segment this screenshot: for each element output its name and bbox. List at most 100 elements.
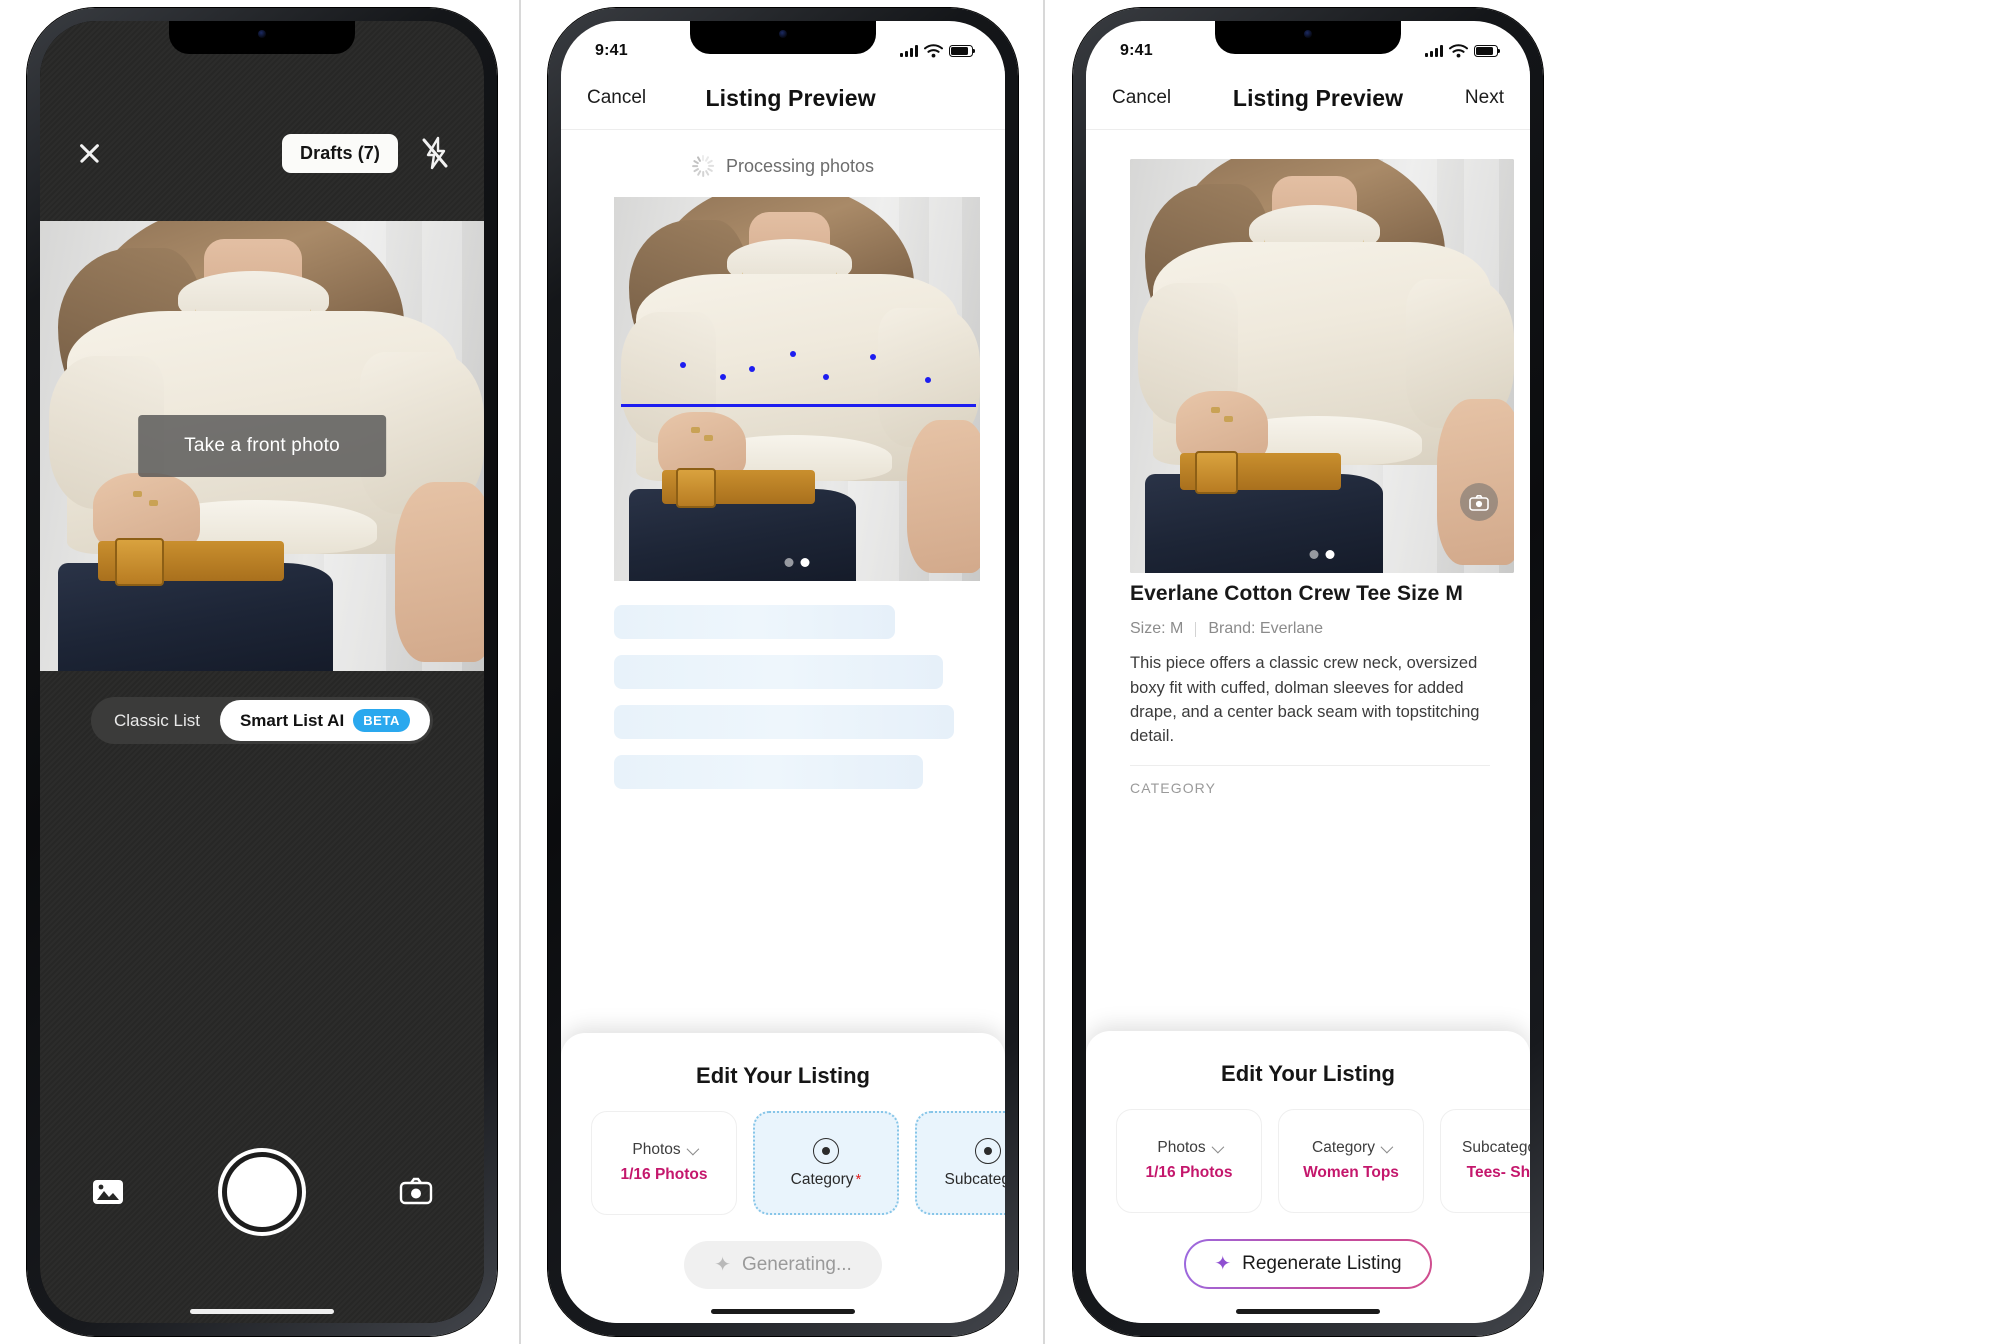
pill-photos[interactable]: Photos 1/16 Photos xyxy=(591,1111,737,1215)
attribute-pill-row[interactable]: Photos 1/16 Photos Category Women Tops S… xyxy=(1086,1109,1530,1213)
skeleton-line xyxy=(614,655,944,689)
preview-photo[interactable] xyxy=(614,197,980,581)
panel-divider-1 xyxy=(519,0,521,1344)
add-circle-icon xyxy=(813,1137,839,1164)
pill-photos-label: Photos xyxy=(1157,1139,1224,1157)
pill-photos[interactable]: Photos 1/16 Photos xyxy=(1116,1109,1262,1213)
beta-badge: BETA xyxy=(353,709,411,732)
photo-pager-dots[interactable] xyxy=(784,558,810,567)
add-circle-icon xyxy=(975,1137,1001,1164)
pill-photos-value: 1/16 Photos xyxy=(1145,1164,1233,1182)
pill-photos-value: 1/16 Photos xyxy=(620,1166,708,1184)
pill-category-label: Category * xyxy=(790,1170,862,1189)
next-button[interactable]: Next xyxy=(1465,87,1504,109)
home-indicator xyxy=(1236,1309,1380,1314)
page-title: Listing Preview xyxy=(1232,84,1404,111)
listing-details-card: Everlane Cotton Crew Tee Size M Size: M … xyxy=(1130,581,1490,796)
regenerate-label: Regenerate Listing xyxy=(1242,1253,1402,1274)
flash-off-icon[interactable] xyxy=(420,136,450,170)
panel-divider-2 xyxy=(1043,0,1045,1344)
notch xyxy=(1215,21,1401,54)
list-mode-toggle[interactable]: Classic List Smart List AI BETA xyxy=(90,697,434,744)
pill-subcategory-label: Subcategory xyxy=(944,1170,1005,1188)
preview-photo[interactable] xyxy=(1130,159,1514,573)
home-indicator xyxy=(711,1309,855,1314)
listing-description: This piece offers a classic crew neck, o… xyxy=(1130,654,1480,746)
chevron-down-icon xyxy=(1380,1140,1394,1153)
pill-subcategory[interactable]: Subcategory xyxy=(915,1111,1005,1215)
pager-dot-active[interactable] xyxy=(800,558,810,567)
camera-icon[interactable] xyxy=(1460,483,1498,521)
pill-category-label: Category xyxy=(1312,1139,1394,1157)
home-indicator xyxy=(190,1309,334,1314)
pill-subcategory[interactable]: Subcategory Tees- Short.. xyxy=(1440,1109,1530,1213)
status-time: 9:41 xyxy=(1120,42,1153,59)
phone-2-screen: 9:41 Cancel Listing Preview Processing p… xyxy=(561,21,1005,1323)
listing-meta: Size: M Brand: Everlane xyxy=(1130,620,1490,638)
pager-dot[interactable] xyxy=(1309,550,1319,559)
camera-top-bar: Drafts (7) xyxy=(40,127,484,179)
shutter-button[interactable] xyxy=(222,1152,302,1232)
mode-smart-label: Smart List AI xyxy=(239,710,345,730)
processing-status: Processing photos xyxy=(561,143,1005,189)
nav-divider xyxy=(1086,129,1530,130)
pill-subcategory-label: Subcategory xyxy=(1462,1139,1530,1157)
processing-label: Processing photos xyxy=(725,155,875,176)
cellular-signal-icon xyxy=(900,45,918,57)
cellular-signal-icon xyxy=(1425,45,1443,57)
phone-2-processing: 9:41 Cancel Listing Preview Processing p… xyxy=(548,8,1018,1336)
drafts-button[interactable]: Drafts (7) xyxy=(281,133,398,173)
notch xyxy=(169,21,355,54)
sheet-action-row: ✦ Regenerate Listing xyxy=(1086,1213,1530,1323)
wifi-icon xyxy=(924,44,943,58)
edit-listing-sheet: Edit Your Listing Photos 1/16 Photos Cat… xyxy=(561,1033,1005,1323)
mode-smart-list-ai[interactable]: Smart List AI BETA xyxy=(219,700,431,741)
camera-background xyxy=(40,21,484,1323)
sparkle-icon: ✦ xyxy=(1214,1253,1232,1275)
battery-icon xyxy=(1474,45,1501,57)
pill-photos-label: Photos xyxy=(632,1141,699,1159)
loading-skeleton xyxy=(614,605,957,805)
generating-button: ✦ Generating... xyxy=(684,1241,882,1289)
cancel-button[interactable]: Cancel xyxy=(1112,87,1171,109)
attribute-pill-row[interactable]: Photos 1/16 Photos Category* Subcatego xyxy=(561,1111,1005,1215)
nav-divider xyxy=(561,129,1005,130)
skeleton-line xyxy=(614,705,954,739)
phone-3-generated: 9:41 Cancel Listing Preview Next Everlan… xyxy=(1073,8,1543,1336)
gallery-icon[interactable] xyxy=(90,1174,126,1210)
wifi-icon xyxy=(1449,44,1468,58)
sheet-action-row: ✦ Generating... xyxy=(561,1215,1005,1323)
meta-size: Size: M xyxy=(1130,620,1184,638)
category-section-label: CATEGORY xyxy=(1130,779,1217,796)
chevron-down-icon xyxy=(1211,1140,1224,1153)
pill-category[interactable]: Category * xyxy=(753,1111,899,1215)
mode-classic-list[interactable]: Classic List xyxy=(94,702,220,740)
camera-viewfinder[interactable]: Take a front photo xyxy=(40,221,484,671)
three-phone-mockup: Take a front photo Drafts (7) Classic Li… xyxy=(0,0,2000,1344)
pager-dot[interactable] xyxy=(784,558,794,567)
phone-1-screen: Take a front photo Drafts (7) Classic Li… xyxy=(40,21,484,1323)
page-title: Listing Preview xyxy=(705,84,876,111)
flip-camera-icon[interactable] xyxy=(398,1174,434,1210)
regenerate-listing-button[interactable]: ✦ Regenerate Listing xyxy=(1184,1239,1432,1289)
status-indicators xyxy=(1425,44,1501,58)
status-time: 9:41 xyxy=(595,42,628,59)
close-x-icon[interactable] xyxy=(74,138,104,168)
sheet-title: Edit Your Listing xyxy=(1221,1061,1395,1086)
phone-3-screen: 9:41 Cancel Listing Preview Next Everlan… xyxy=(1086,21,1530,1323)
pill-category-value: Women Tops xyxy=(1303,1164,1399,1182)
sheet-title: Edit Your Listing xyxy=(696,1063,870,1088)
skeleton-line xyxy=(614,755,923,789)
mode-classic-label: Classic List xyxy=(113,710,200,730)
sparkle-icon: ✦ xyxy=(714,1254,731,1276)
pill-category[interactable]: Category Women Tops xyxy=(1278,1109,1424,1213)
photo-pager-dots[interactable] xyxy=(1309,550,1335,559)
meta-brand: Brand: Everlane xyxy=(1208,620,1324,638)
pill-subcategory-value: Tees- Short.. xyxy=(1466,1164,1530,1182)
cancel-button[interactable]: Cancel xyxy=(587,87,646,109)
pager-dot-active[interactable] xyxy=(1325,550,1335,559)
generating-label: Generating... xyxy=(741,1254,852,1275)
phone-1-camera: Take a front photo Drafts (7) Classic Li… xyxy=(27,8,497,1336)
nav-bar: Cancel Listing Preview Next xyxy=(1086,67,1530,129)
camera-controls xyxy=(40,1147,484,1237)
